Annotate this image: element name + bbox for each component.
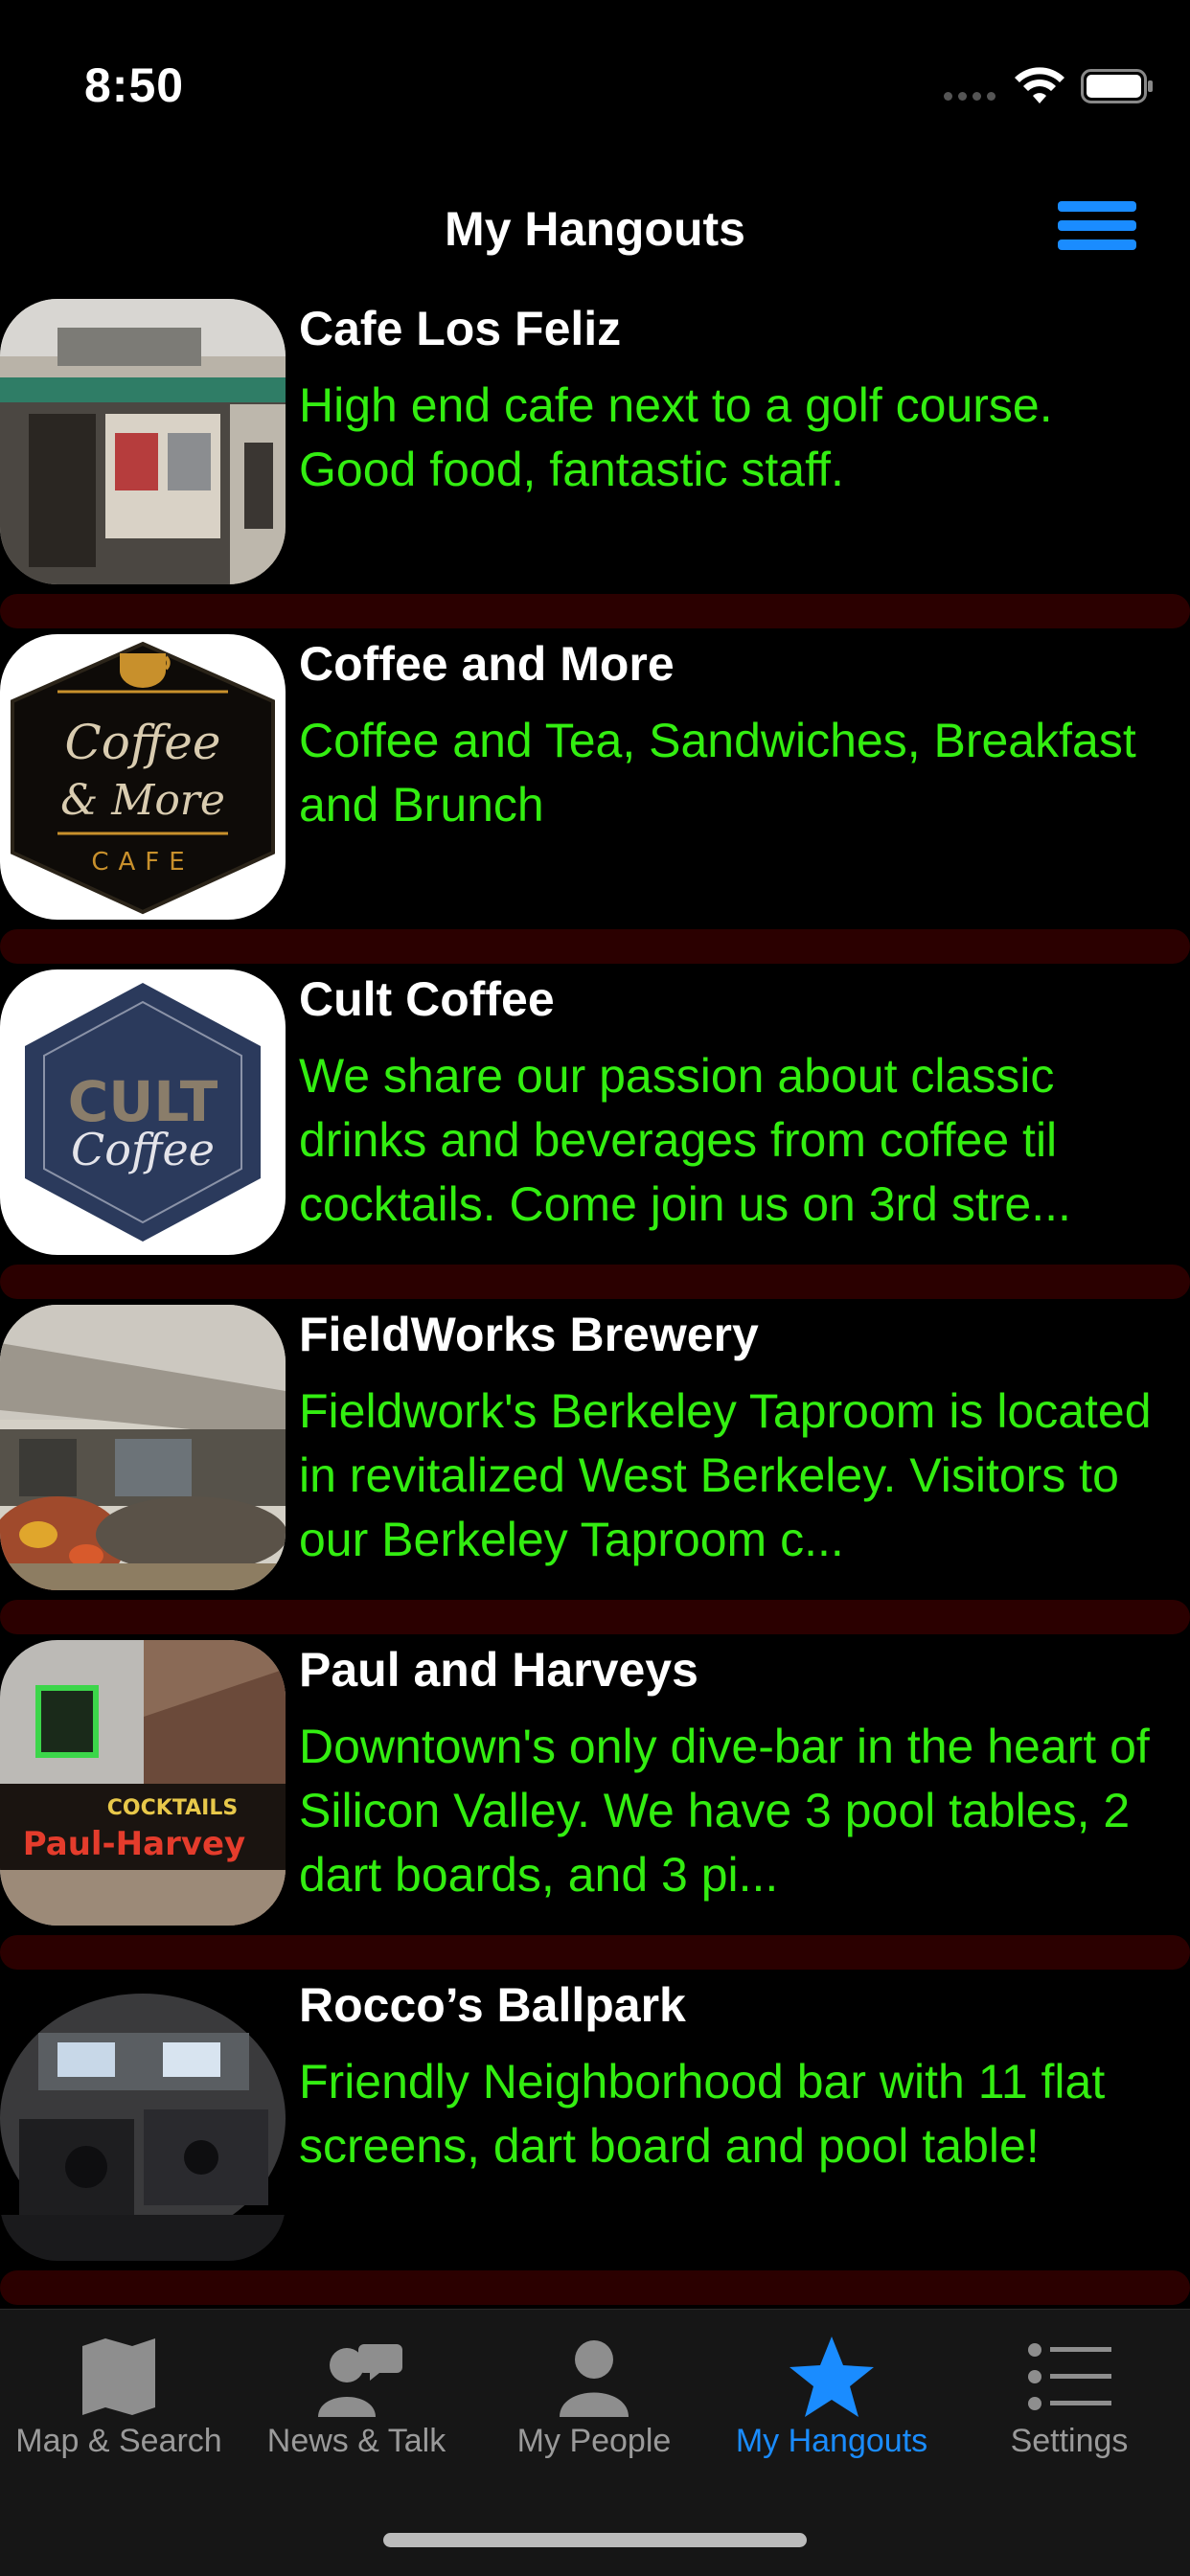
list-item[interactable]: Cafe Los Feliz High end cafe next to a g… (0, 293, 1190, 628)
row-separator (0, 929, 1190, 964)
hangout-name: Paul and Harveys (299, 1643, 698, 1697)
cellular-signal-icon (944, 92, 995, 101)
neon-sign-photo: COCKTAILS Paul-Harvey (0, 1640, 286, 1926)
hangouts-list[interactable]: Cafe Los Feliz High end cafe next to a g… (0, 293, 1190, 2314)
list-item[interactable]: Rocco’s Ballpark Friendly Neighborhood b… (0, 1970, 1190, 2305)
status-bar: 8:50 (0, 0, 1190, 144)
hamburger-menu-icon[interactable] (1058, 201, 1136, 259)
row-separator (0, 594, 1190, 628)
person-icon (560, 2340, 629, 2417)
list-item[interactable]: Coffee & More CAFE Coffee and More Coffe… (0, 628, 1190, 964)
home-indicator[interactable] (383, 2533, 807, 2547)
map-icon (82, 2338, 155, 2415)
row-separator (0, 1600, 1190, 1634)
bar-interior-photo (0, 1975, 286, 2261)
hangout-description: We share our passion about classic drink… (299, 1049, 1071, 1231)
cult-coffee-logo: CULT Coffee (0, 969, 286, 1255)
svg-text:Coffee: Coffee (65, 715, 221, 770)
hangout-name: Cafe Los Feliz (299, 302, 622, 355)
svg-text:Coffee: Coffee (71, 1124, 215, 1175)
brewery-patio-photo (0, 1305, 286, 1590)
svg-text:COCKTAILS: COCKTAILS (107, 1796, 238, 1820)
star-icon (790, 2337, 874, 2417)
tab-label: Map & Search (15, 2423, 222, 2459)
wifi-icon (1015, 67, 1064, 103)
list-item[interactable]: CULT Coffee Cult Coffee We share our pas… (0, 964, 1190, 1299)
row-separator (0, 1265, 1190, 1299)
tab-news-talk[interactable]: News & Talk (238, 2310, 475, 2501)
tab-label: My Hangouts (735, 2423, 928, 2459)
row-separator (0, 1935, 1190, 1970)
hangout-description: Fieldwork's Berkeley Taproom is located … (299, 1384, 1152, 1566)
status-time: 8:50 (84, 58, 185, 112)
list-item[interactable]: FieldWorks Brewery Fieldwork's Berkeley … (0, 1299, 1190, 1634)
chat-person-icon (318, 2344, 402, 2417)
svg-text:& More: & More (60, 776, 225, 825)
row-separator (0, 2270, 1190, 2305)
svg-text:Paul-Harvey: Paul-Harvey (23, 1825, 245, 1863)
tab-settings[interactable]: Settings (950, 2310, 1188, 2501)
tab-my-people[interactable]: My People (475, 2310, 713, 2501)
list-item[interactable]: COCKTAILS Paul-Harvey Paul and Harveys D… (0, 1634, 1190, 1970)
page-title: My Hangouts (445, 202, 745, 256)
hangout-description: High end cafe next to a golf course. Goo… (299, 378, 1053, 496)
tab-label: My People (516, 2423, 672, 2459)
hangout-description: Friendly Neighborhood bar with 11 flat s… (299, 2055, 1106, 2173)
storefront-photo (0, 299, 286, 584)
coffee-and-more-logo: Coffee & More CAFE (0, 634, 286, 920)
hangout-name: FieldWorks Brewery (299, 1308, 759, 1361)
hangout-name: Rocco’s Ballpark (299, 1978, 686, 2032)
navigation-bar: My Hangouts (0, 172, 1190, 287)
hangout-description: Coffee and Tea, Sandwiches, Breakfast an… (299, 714, 1136, 832)
list-icon (1028, 2343, 1111, 2410)
battery-icon (1081, 69, 1153, 103)
tab-map-search[interactable]: Map & Search (0, 2310, 238, 2501)
tab-label: News & Talk (266, 2423, 446, 2459)
svg-text:CAFE: CAFE (91, 848, 194, 877)
hangout-name: Coffee and More (299, 637, 675, 691)
hangout-description: Downtown's only dive-bar in the heart of… (299, 1720, 1150, 1902)
tab-label: Settings (1010, 2423, 1129, 2459)
hangout-name: Cult Coffee (299, 972, 555, 1026)
tab-my-hangouts[interactable]: My Hangouts (713, 2310, 950, 2501)
